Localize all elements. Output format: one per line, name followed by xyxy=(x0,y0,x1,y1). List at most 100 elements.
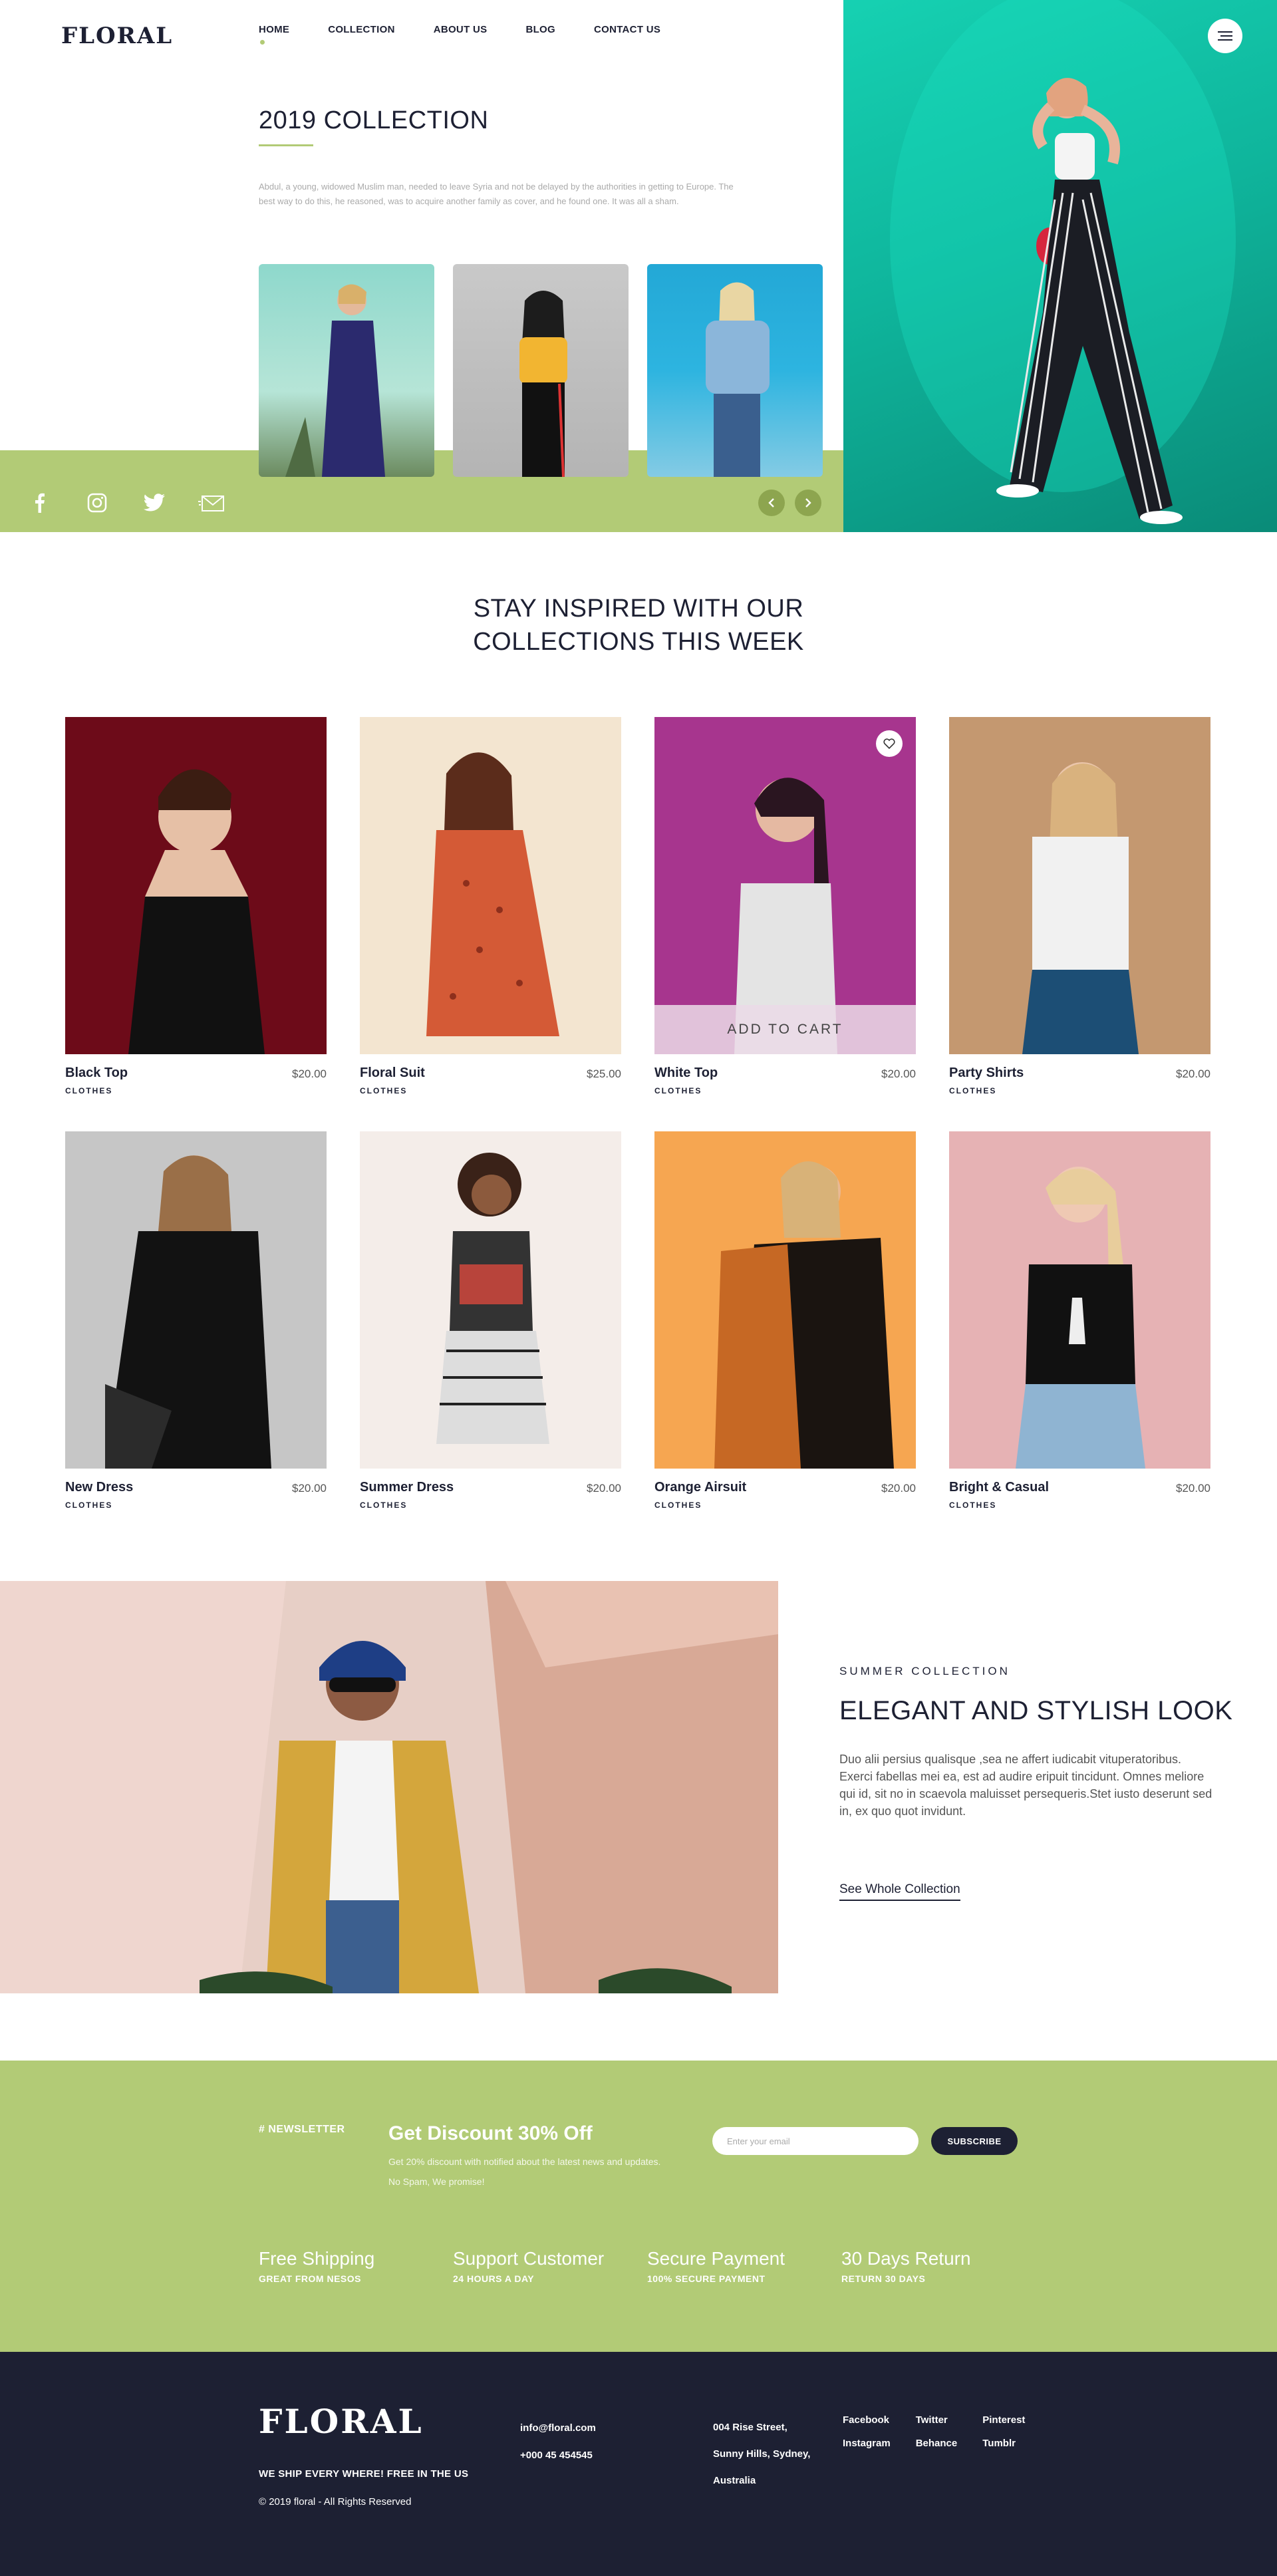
carousel-card[interactable] xyxy=(453,264,629,477)
product-price: $20.00 xyxy=(1176,1068,1210,1080)
newsletter-desc-line1: Get 20% discount with notified about the… xyxy=(388,2156,661,2167)
page: FLORAL HOME COLLECTION ABOUT US BLOG CON… xyxy=(0,0,1277,2576)
product-card[interactable]: Black Top $20.00 CLOTHES xyxy=(65,717,327,1095)
collections-title-line1: STAY INSPIRED WITH OUR xyxy=(473,595,804,623)
feature-item: Support Customer 24 HOURS A DAY xyxy=(453,2248,647,2284)
hero-main-image xyxy=(843,0,1277,532)
menu-button[interactable] xyxy=(1208,19,1242,53)
footer-copyright: © 2019 floral - All Rights Reserved xyxy=(259,2496,412,2507)
see-collection-link[interactable]: See Whole Collection xyxy=(839,1882,960,1901)
wishlist-heart-icon[interactable] xyxy=(876,730,903,757)
social-links xyxy=(27,491,255,515)
address-line: 004 Rise Street, xyxy=(713,2422,787,2433)
product-price: $20.00 xyxy=(292,1068,327,1080)
product-category: CLOTHES xyxy=(65,1501,113,1510)
nav-about-us[interactable]: ABOUT US xyxy=(434,24,488,35)
product-category: CLOTHES xyxy=(360,1086,408,1095)
footer-link-facebook[interactable]: Facebook xyxy=(843,2414,891,2426)
product-image[interactable] xyxy=(360,1131,621,1469)
product-name[interactable]: New Dress xyxy=(65,1480,133,1495)
add-to-cart-button[interactable]: ADD TO CART xyxy=(654,1005,916,1054)
newsletter-title: Get Discount 30% Off xyxy=(388,2122,593,2144)
hamburger-icon-line xyxy=(1220,35,1232,37)
product-card[interactable]: ADD TO CART White Top $20.00 CLOTHES xyxy=(654,717,916,1095)
feature-title: 30 Days Return xyxy=(841,2248,971,2269)
product-category: CLOTHES xyxy=(949,1086,997,1095)
newsletter-section: # NEWSLETTER Get Discount 30% Off Get 20… xyxy=(0,2061,1277,2352)
nav-contact-us[interactable]: CONTACT US xyxy=(594,24,660,35)
newsletter-tag: # NEWSLETTER xyxy=(259,2124,345,2135)
footer-email[interactable]: info@floral.com xyxy=(520,2414,596,2442)
facebook-icon[interactable] xyxy=(27,491,53,515)
subscribe-button[interactable]: SUBSCRIBE xyxy=(931,2127,1018,2155)
product-name[interactable]: Bright & Casual xyxy=(949,1480,1049,1495)
product-image[interactable] xyxy=(360,717,621,1054)
footer-link-pinterest[interactable]: Pinterest xyxy=(982,2414,1025,2426)
address-line: Australia xyxy=(713,2475,756,2486)
product-name[interactable]: Summer Dress xyxy=(360,1480,454,1495)
feature-subtitle: RETURN 30 DAYS xyxy=(841,2273,926,2284)
promo-text: Duo alii persius qualisque ,sea ne affer… xyxy=(839,1753,1212,1818)
nav-home[interactable]: HOME xyxy=(259,24,289,45)
feature-subtitle: 24 HOURS A DAY xyxy=(453,2273,535,2284)
product-image[interactable] xyxy=(949,717,1210,1054)
site-footer: FLORAL WE SHIP EVERY WHERE! FREE IN THE … xyxy=(0,2352,1277,2576)
carousel-arrows xyxy=(758,490,821,516)
product-image[interactable]: ADD TO CART xyxy=(654,717,916,1054)
hamburger-icon xyxy=(1218,31,1232,33)
footer-link-behance[interactable]: Behance xyxy=(916,2438,958,2449)
footer-phone[interactable]: +000 45 454545 xyxy=(520,2442,596,2469)
site-logo[interactable]: FLORAL xyxy=(61,23,173,49)
newsletter-email-input[interactable] xyxy=(712,2127,919,2155)
feature-item: Secure Payment 100% SECURE PAYMENT xyxy=(647,2248,841,2284)
main-nav: HOME COLLECTION ABOUT US BLOG CONTACT US xyxy=(259,24,699,45)
promo-title: ELEGANT AND STYLISH LOOK xyxy=(839,1696,1233,1725)
newsletter-description: Get 20% discount with notified about the… xyxy=(388,2152,701,2192)
nav-blog[interactable]: BLOG xyxy=(525,24,555,35)
prev-arrow-icon[interactable] xyxy=(758,490,785,516)
promo-subtitle: SUMMER COLLECTION xyxy=(839,1665,1010,1677)
mail-icon[interactable] xyxy=(198,491,225,515)
feature-title: Free Shipping xyxy=(259,2248,375,2269)
product-image[interactable] xyxy=(654,1131,916,1469)
twitter-icon[interactable] xyxy=(141,491,168,515)
newsletter-desc-line2: No Spam, We promise! xyxy=(388,2176,485,2187)
feature-title: Secure Payment xyxy=(647,2248,785,2269)
nav-collection[interactable]: COLLECTION xyxy=(328,24,395,35)
product-price: $20.00 xyxy=(881,1068,916,1080)
product-name[interactable]: Black Top xyxy=(65,1066,128,1081)
footer-logo[interactable]: FLORAL xyxy=(259,2402,424,2441)
next-arrow-icon[interactable] xyxy=(795,490,821,516)
product-category: CLOTHES xyxy=(65,1086,113,1095)
footer-link-instagram[interactable]: Instagram xyxy=(843,2438,891,2449)
product-category: CLOTHES xyxy=(654,1086,702,1095)
product-card[interactable]: Party Shirts $20.00 CLOTHES xyxy=(949,717,1210,1095)
instagram-icon[interactable] xyxy=(84,491,110,515)
product-card[interactable]: New Dress $20.00 CLOTHES xyxy=(65,1131,327,1510)
product-name[interactable]: Floral Suit xyxy=(360,1066,425,1081)
model-yellow-top-image xyxy=(519,291,567,477)
footer-link-twitter[interactable]: Twitter xyxy=(916,2414,958,2426)
product-category: CLOTHES xyxy=(360,1501,408,1510)
hamburger-icon-line xyxy=(1218,39,1232,41)
product-price: $25.00 xyxy=(587,1068,621,1080)
feature-title: Support Customer xyxy=(453,2248,605,2269)
hero-title-underline xyxy=(259,144,313,146)
product-price: $20.00 xyxy=(587,1482,621,1495)
product-name[interactable]: Orange Airsuit xyxy=(654,1480,746,1495)
product-image[interactable] xyxy=(65,717,327,1054)
carousel-card[interactable] xyxy=(647,264,823,477)
product-name[interactable]: Party Shirts xyxy=(949,1066,1024,1081)
feature-subtitle: 100% SECURE PAYMENT xyxy=(647,2273,766,2284)
hero-carousel xyxy=(259,264,823,477)
collections-title: STAY INSPIRED WITH OUR COLLECTIONS THIS … xyxy=(0,592,1277,658)
carousel-card[interactable] xyxy=(259,264,434,477)
product-card[interactable]: Bright & Casual $20.00 CLOTHES xyxy=(949,1131,1210,1510)
footer-link-tumblr[interactable]: Tumblr xyxy=(982,2438,1025,2449)
product-image[interactable] xyxy=(949,1131,1210,1469)
product-card[interactable]: Floral Suit $25.00 CLOTHES xyxy=(360,717,621,1095)
product-card[interactable]: Orange Airsuit $20.00 CLOTHES xyxy=(654,1131,916,1510)
product-card[interactable]: Summer Dress $20.00 CLOTHES xyxy=(360,1131,621,1510)
product-name[interactable]: White Top xyxy=(654,1066,718,1081)
product-image[interactable] xyxy=(65,1131,327,1469)
